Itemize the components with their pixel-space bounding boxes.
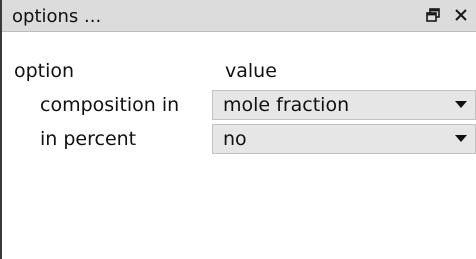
close-icon-glyph <box>455 9 467 21</box>
in-percent-dropdown[interactable]: no <box>212 124 476 154</box>
options-panel: options ... option value composition in <box>0 0 476 259</box>
in-percent-value: no <box>223 128 247 150</box>
table-row: composition in mole fraction <box>8 88 476 122</box>
header-value: value <box>225 60 277 82</box>
restore-window-icon-glyph <box>426 8 440 22</box>
composition-in-dropdown[interactable]: mole fraction <box>212 90 476 120</box>
option-label-in-percent: in percent <box>40 128 137 150</box>
panel-title: options ... <box>12 6 102 27</box>
table-row: in percent no <box>8 122 476 156</box>
panel-titlebar[interactable]: options ... <box>2 0 476 32</box>
close-icon[interactable] <box>448 2 474 28</box>
options-table: option value composition in mole fractio… <box>8 54 476 156</box>
dropdown-arrow-icon <box>455 101 467 108</box>
restore-window-icon[interactable] <box>420 2 446 28</box>
dropdown-arrow-icon <box>455 135 467 142</box>
composition-in-value: mole fraction <box>223 94 350 116</box>
table-header-row: option value <box>8 54 476 88</box>
option-label-composition-in: composition in <box>40 94 180 116</box>
header-option: option <box>14 60 75 82</box>
